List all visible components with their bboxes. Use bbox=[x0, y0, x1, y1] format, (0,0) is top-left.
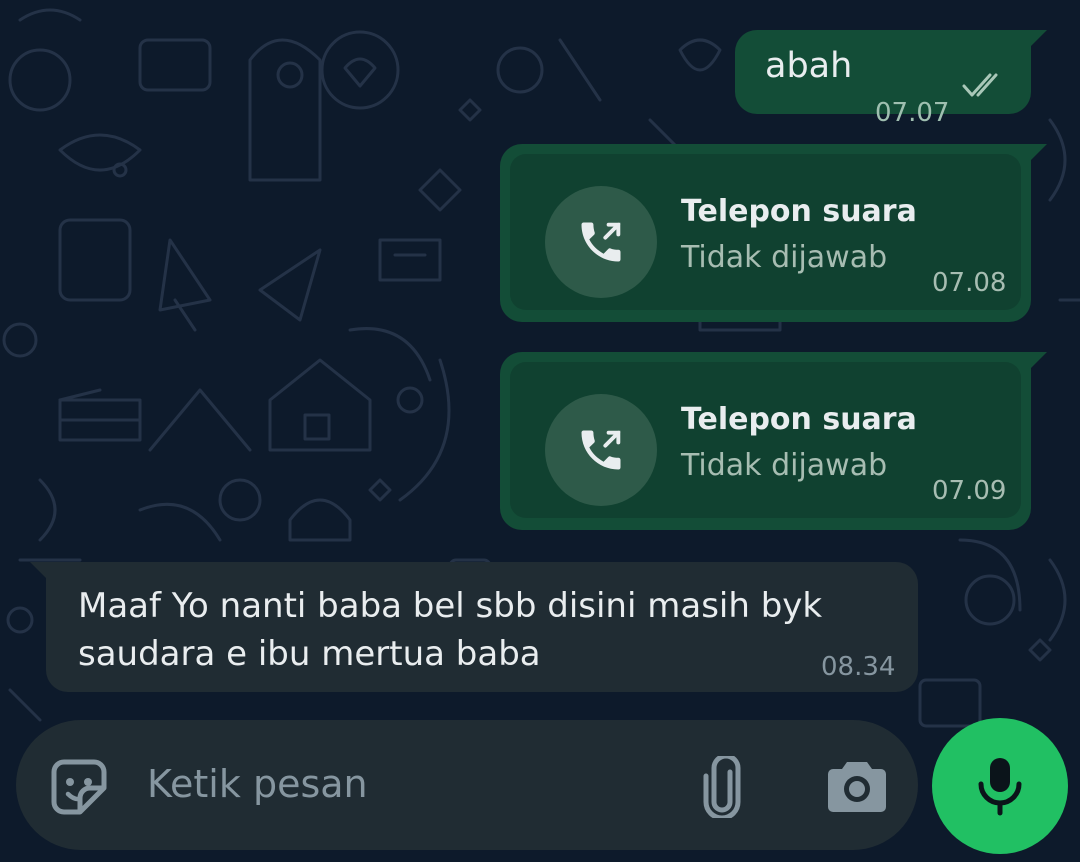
sticker-icon[interactable] bbox=[50, 758, 108, 816]
bubble-tail bbox=[1031, 30, 1047, 46]
microphone-icon bbox=[978, 758, 1022, 816]
call-title: Telepon suara bbox=[681, 194, 917, 229]
incoming-message[interactable]: Maaf Yo nanti baba bel sbb disini masih … bbox=[30, 562, 918, 692]
outgoing-message[interactable]: abah 07.07 bbox=[735, 30, 1047, 128]
message-text: Maaf Yo nanti baba bel sbb disini masih … bbox=[78, 586, 823, 674]
chat-screen: abah 07.07 Telepon suara Tidak dijawab 0… bbox=[0, 0, 1080, 862]
call-icon-circle bbox=[545, 186, 657, 298]
bubble-tail bbox=[30, 562, 46, 578]
outgoing-call-icon bbox=[581, 222, 621, 262]
double-check-icon bbox=[962, 73, 998, 97]
call-card[interactable]: Telepon suara Tidak dijawab 07.09 bbox=[510, 362, 1021, 518]
call-status: Tidak dijawab bbox=[681, 448, 888, 483]
message-input[interactable]: Ketik pesan bbox=[147, 762, 368, 806]
voice-call-message[interactable]: Telepon suara Tidak dijawab 07.09 bbox=[500, 352, 1047, 530]
message-time: 07.07 bbox=[875, 98, 950, 128]
call-card[interactable]: Telepon suara Tidak dijawab 07.08 bbox=[510, 154, 1021, 310]
bubble-tail bbox=[1031, 352, 1047, 368]
message-text: abah bbox=[765, 46, 853, 86]
call-title: Telepon suara bbox=[681, 402, 917, 437]
message-composer[interactable]: Ketik pesan bbox=[16, 720, 918, 850]
bubble-tail bbox=[1031, 144, 1047, 160]
voice-call-message[interactable]: Telepon suara Tidak dijawab 07.08 bbox=[500, 144, 1047, 322]
voice-record-button[interactable] bbox=[932, 718, 1068, 854]
call-icon-circle bbox=[545, 394, 657, 506]
call-status: Tidak dijawab bbox=[681, 240, 888, 275]
message-time: 08.34 bbox=[821, 652, 896, 682]
message-time: 07.08 bbox=[932, 268, 1007, 298]
outgoing-call-icon bbox=[581, 430, 621, 470]
message-time: 07.09 bbox=[932, 476, 1007, 506]
camera-icon[interactable] bbox=[828, 760, 886, 812]
paperclip-icon[interactable] bbox=[700, 756, 744, 818]
